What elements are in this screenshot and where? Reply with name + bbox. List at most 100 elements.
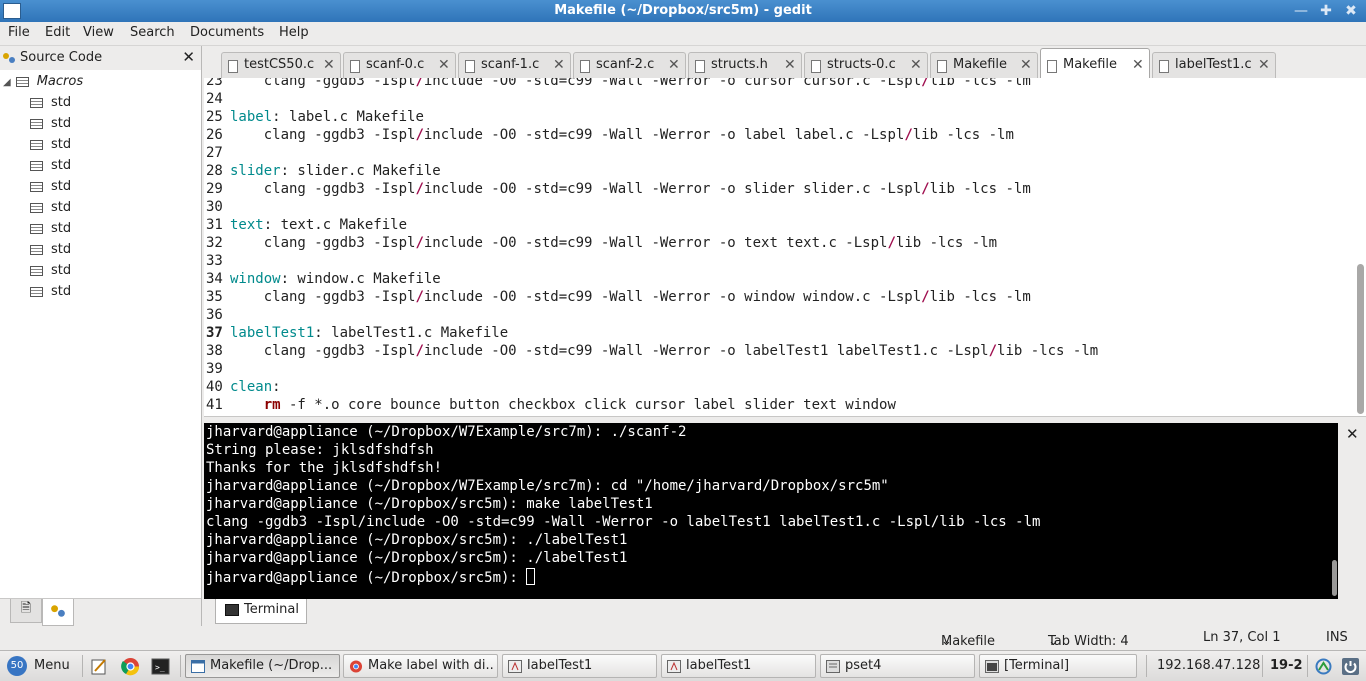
code-line[interactable]: 23 clang -ggdb3 -Ispl/include -O0 -std=c… xyxy=(204,78,1031,91)
close-tab-icon[interactable]: ✕ xyxy=(1258,57,1270,73)
tab-makefile-active[interactable]: Makefile ✕ xyxy=(1040,48,1150,79)
code-line[interactable]: 34 window: window.c Makefile xyxy=(204,271,441,289)
code-line[interactable]: 38 clang -ggdb3 -Ispl/include -O0 -std=c… xyxy=(204,343,1098,361)
task-terminal[interactable]: [Terminal] xyxy=(979,654,1137,678)
tree-item[interactable]: std xyxy=(30,221,71,241)
code-text: slider: slider.c Makefile xyxy=(230,163,441,179)
code-text: labelTest1: labelTest1.c Makefile xyxy=(230,325,509,341)
code-line[interactable]: 39 xyxy=(204,361,230,379)
code-line[interactable]: 40 clean: xyxy=(204,379,281,397)
document-icon xyxy=(350,60,360,73)
line-number: 40 xyxy=(206,379,223,395)
macro-icon xyxy=(30,244,43,255)
tree-item[interactable]: std xyxy=(30,116,71,136)
workspace-indicator[interactable]: 19-2 xyxy=(1270,658,1303,673)
code-line[interactable]: 35 clang -ggdb3 -Ispl/include -O0 -std=c… xyxy=(204,289,1031,307)
close-tab-icon[interactable]: ✕ xyxy=(1132,57,1144,73)
menu-documents[interactable]: Documents xyxy=(190,25,264,40)
terminal-line: clang -ggdb3 -Ispl/include -O0 -std=c99 … xyxy=(206,514,1041,530)
chrome-launcher-icon[interactable] xyxy=(121,657,140,676)
close-side-panel-icon[interactable]: ✕ xyxy=(182,48,195,66)
code-line[interactable]: 30 xyxy=(204,199,230,217)
task-labeltest1-b[interactable]: labelTest1 xyxy=(661,654,816,678)
code-line[interactable]: 24 xyxy=(204,91,230,109)
terminal-launcher-icon[interactable]: >_ xyxy=(151,657,170,676)
menu-view[interactable]: View xyxy=(83,25,114,40)
close-window-icon[interactable]: ✖ xyxy=(1340,2,1362,20)
tab-testcs50[interactable]: testCS50.c ✕ xyxy=(221,52,341,78)
file-manager-icon xyxy=(826,660,840,673)
task-gedit[interactable]: Makefile (~/Drop... xyxy=(185,654,340,678)
tree-item[interactable]: std xyxy=(30,263,71,283)
code-editor[interactable]: 23 clang -ggdb3 -Ispl/include -O0 -std=c… xyxy=(204,78,1366,416)
start-badge-icon[interactable]: 50 xyxy=(7,656,27,676)
terminal-scrollbar[interactable] xyxy=(1332,560,1337,596)
menu-file[interactable]: File xyxy=(8,25,30,40)
code-line[interactable]: 25 label: label.c Makefile xyxy=(204,109,424,127)
tab-labeltest1[interactable]: labelTest1.c ✕ xyxy=(1152,52,1276,78)
code-text: clang -ggdb3 -Ispl/include -O0 -std=c99 … xyxy=(230,127,1014,143)
gedit-icon xyxy=(191,660,205,673)
macro-icon xyxy=(30,160,43,171)
menu-edit[interactable]: Edit xyxy=(45,25,70,40)
menu-search[interactable]: Search xyxy=(130,25,175,40)
tab-makefile[interactable]: Makefile ✕ xyxy=(930,52,1038,78)
code-text: label: label.c Makefile xyxy=(230,109,424,125)
maximize-icon[interactable]: ✚ xyxy=(1315,2,1337,20)
line-number: 24 xyxy=(206,91,223,107)
code-line[interactable]: 31 text: text.c Makefile xyxy=(204,217,407,235)
network-icon[interactable] xyxy=(1314,657,1333,676)
tab-structs-h[interactable]: structs.h ✕ xyxy=(688,52,802,78)
tab-scanf-2[interactable]: scanf-2.c ✕ xyxy=(573,52,686,78)
tree-item[interactable]: std xyxy=(30,158,71,178)
tree-item[interactable]: std xyxy=(30,95,71,115)
line-number: 26 xyxy=(206,127,223,143)
tree-root[interactable]: ◢ Macros xyxy=(3,74,83,94)
task-chrome[interactable]: Make label with di... xyxy=(343,654,498,678)
power-icon[interactable] xyxy=(1341,657,1360,676)
close-tab-icon[interactable]: ✕ xyxy=(323,57,335,73)
text-editor-launcher-icon[interactable] xyxy=(90,657,109,676)
line-number: 30 xyxy=(206,199,223,215)
tree-item[interactable]: std xyxy=(30,284,71,304)
minimize-icon[interactable]: — xyxy=(1290,2,1312,20)
tab-terminal[interactable]: Terminal xyxy=(215,599,307,624)
pane-divider[interactable] xyxy=(204,416,1366,423)
editor-scrollbar[interactable] xyxy=(1357,264,1364,414)
close-tab-icon[interactable]: ✕ xyxy=(553,57,565,73)
close-tab-icon[interactable]: ✕ xyxy=(438,57,450,73)
code-line[interactable]: 36 xyxy=(204,307,230,325)
document-icon xyxy=(937,60,947,73)
start-menu-button[interactable]: Menu xyxy=(34,658,70,673)
expander-icon[interactable]: ◢ xyxy=(3,77,11,88)
code-line[interactable]: 26 clang -ggdb3 -Ispl/include -O0 -std=c… xyxy=(204,127,1014,145)
terminal-output[interactable]: jharvard@appliance (~/Dropbox/W7Example/… xyxy=(204,423,1338,599)
tree-item[interactable]: std xyxy=(30,137,71,157)
tab-scanf-1[interactable]: scanf-1.c ✕ xyxy=(458,52,571,78)
tree-item[interactable]: std xyxy=(30,242,71,262)
code-line[interactable]: 37 labelTest1: labelTest1.c Makefile xyxy=(204,325,508,343)
code-line[interactable]: 33 xyxy=(204,253,230,271)
code-line[interactable]: 28 slider: slider.c Makefile xyxy=(204,163,441,181)
task-labeltest1-a[interactable]: labelTest1 xyxy=(502,654,657,678)
close-tab-icon[interactable]: ✕ xyxy=(668,57,680,73)
separator xyxy=(82,655,83,677)
line-number: 39 xyxy=(206,361,223,377)
tab-scanf-0[interactable]: scanf-0.c ✕ xyxy=(343,52,456,78)
close-tab-icon[interactable]: ✕ xyxy=(910,57,922,73)
task-pset4[interactable]: pset4 xyxy=(820,654,975,678)
line-number: 33 xyxy=(206,253,223,269)
documents-tab[interactable]: 🗎 xyxy=(10,599,42,623)
code-line[interactable]: 32 clang -ggdb3 -Ispl/include -O0 -std=c… xyxy=(204,235,997,253)
close-bottom-panel-icon[interactable]: ✕ xyxy=(1346,425,1359,443)
code-line[interactable]: 41 rm -f *.o core bounce button checkbox… xyxy=(204,397,896,415)
close-tab-icon[interactable]: ✕ xyxy=(1020,57,1032,73)
symbols-tab[interactable] xyxy=(42,599,74,626)
tree-item[interactable]: std xyxy=(30,200,71,220)
code-line[interactable]: 27 xyxy=(204,145,230,163)
tab-structs-0[interactable]: structs-0.c ✕ xyxy=(804,52,928,78)
menu-help[interactable]: Help xyxy=(279,25,309,40)
tree-item[interactable]: std xyxy=(30,179,71,199)
close-tab-icon[interactable]: ✕ xyxy=(784,57,796,73)
code-line[interactable]: 29 clang -ggdb3 -Ispl/include -O0 -std=c… xyxy=(204,181,1031,199)
